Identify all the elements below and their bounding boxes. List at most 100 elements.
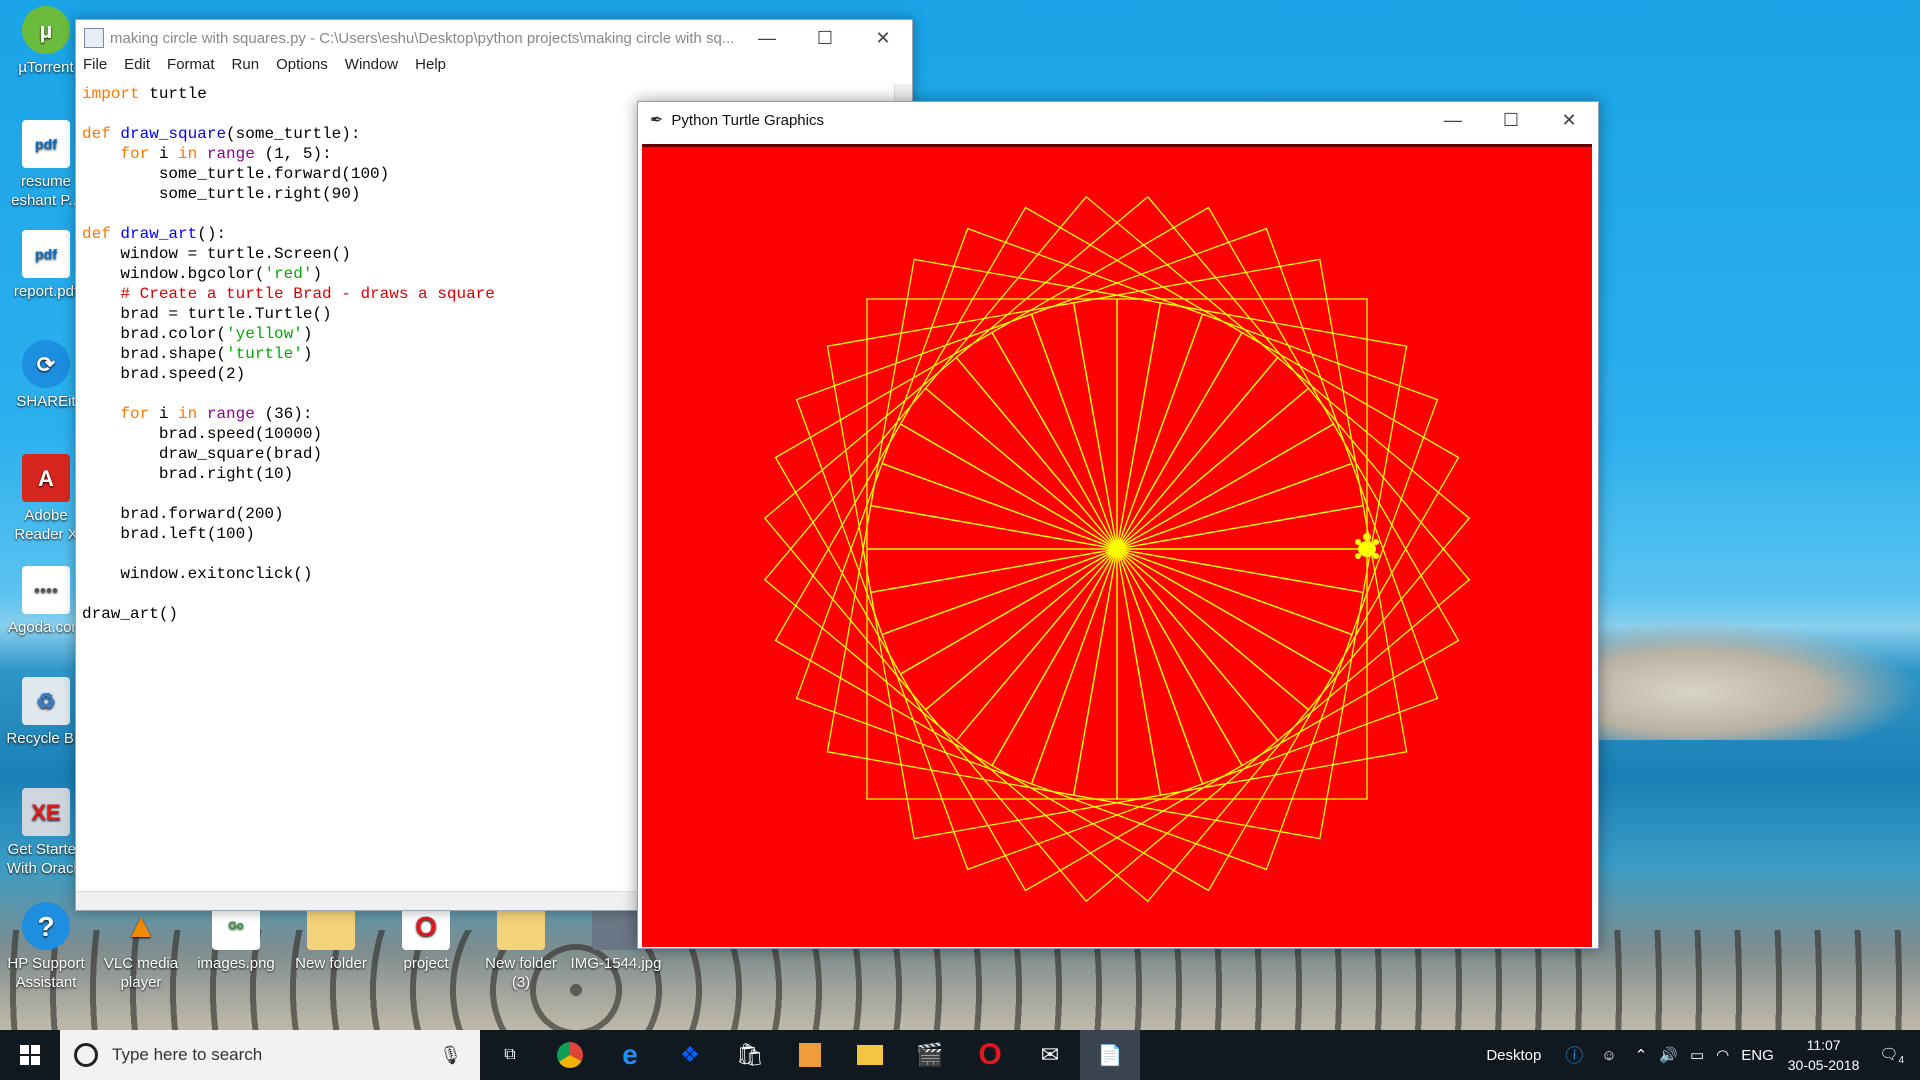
desktop-icon-new-folder-3[interactable]: New folder (3) bbox=[475, 902, 567, 992]
store-icon[interactable]: 🛍 bbox=[720, 1030, 780, 1080]
notification-center-icon[interactable]: 🗨4 bbox=[1879, 1045, 1904, 1066]
square-path bbox=[899, 548, 1243, 892]
square-path bbox=[1030, 227, 1353, 550]
microphone-icon[interactable]: 🎙 bbox=[439, 1045, 462, 1066]
people-icon[interactable]: ☺ bbox=[1601, 1047, 1616, 1064]
square-path bbox=[1030, 548, 1353, 871]
system-tray: Desktop ⓘ ☺ ⌃ 🔊 ▭ ◠ ENG 11:07 30-05-2018… bbox=[1486, 1030, 1920, 1080]
square-path bbox=[774, 331, 1118, 675]
desktop-icon-vlc[interactable]: ▲ VLC media player bbox=[95, 902, 187, 992]
wifi-icon[interactable]: ◠ bbox=[1716, 1046, 1729, 1064]
cortana-circle-icon bbox=[74, 1043, 98, 1067]
square-path bbox=[763, 356, 1118, 711]
square-path bbox=[795, 313, 1118, 636]
battery-icon[interactable]: ▭ bbox=[1690, 1046, 1704, 1064]
turtle-titlebar[interactable]: ✒ Python Turtle Graphics — ☐ ✕ bbox=[638, 102, 1598, 138]
desktop-icon-new-folder[interactable]: New folder bbox=[285, 902, 377, 973]
square-path bbox=[795, 462, 1118, 785]
help-icon[interactable]: ⓘ bbox=[1565, 1042, 1583, 1068]
clock[interactable]: 11:07 30-05-2018 bbox=[1788, 1035, 1860, 1075]
task-view-icon[interactable]: ⧉ bbox=[480, 1030, 540, 1080]
desktop-icon-label: New folder bbox=[295, 955, 367, 972]
pdf-icon: pdf bbox=[22, 230, 70, 278]
square-path bbox=[1116, 423, 1460, 767]
menu-options[interactable]: Options bbox=[276, 56, 328, 78]
chevron-up-icon[interactable]: ⌃ bbox=[1635, 1046, 1648, 1064]
square-path bbox=[899, 206, 1243, 550]
square-path bbox=[763, 387, 1118, 742]
editor-menubar: File Edit Format Run Options Window Help bbox=[76, 56, 912, 78]
square-path bbox=[991, 548, 1335, 892]
menu-file[interactable]: File bbox=[83, 56, 107, 78]
square-path bbox=[881, 548, 1204, 871]
square-path bbox=[955, 548, 1310, 903]
clock-date: 30-05-2018 bbox=[1787, 1057, 1860, 1073]
desktop-icon-label: images.png bbox=[197, 955, 275, 972]
desktop-icon-label: VLC media player bbox=[103, 955, 179, 991]
desktop-icon-images-png[interactable]: Go images.png bbox=[190, 902, 282, 973]
turtle-cursor-icon bbox=[1355, 533, 1379, 559]
menu-format[interactable]: Format bbox=[167, 56, 215, 78]
language-indicator[interactable]: ENG bbox=[1741, 1047, 1774, 1064]
desktop-icon-label: New folder (3) bbox=[485, 955, 557, 991]
minimize-button[interactable]: — bbox=[738, 20, 796, 56]
shareit-icon: ⟳ bbox=[22, 340, 70, 388]
menu-help[interactable]: Help bbox=[415, 56, 446, 78]
chrome-icon[interactable] bbox=[540, 1030, 600, 1080]
menu-edit[interactable]: Edit bbox=[124, 56, 150, 78]
video-editor-icon[interactable]: 🎬 bbox=[900, 1030, 960, 1080]
utorrent-icon: µ bbox=[22, 6, 70, 54]
square-path bbox=[881, 227, 1204, 550]
square-path bbox=[924, 548, 1279, 903]
volume-icon[interactable]: 🔊 bbox=[1659, 1046, 1678, 1064]
search-placeholder: Type here to search bbox=[112, 1045, 263, 1064]
taskbar: Type here to search 🎙 ⧉ e ❖ 🛍 🎬 O ✉ 📄 De… bbox=[0, 1030, 1920, 1080]
python-idle-icon[interactable]: 📄 bbox=[1080, 1030, 1140, 1080]
menu-run[interactable]: Run bbox=[232, 56, 260, 78]
recycle-bin-icon: ♻ bbox=[22, 677, 70, 725]
maximize-button[interactable]: ☐ bbox=[796, 20, 854, 56]
help-question-icon: ? bbox=[22, 902, 70, 950]
opera-icon[interactable]: O bbox=[960, 1030, 1020, 1080]
windows-logo-icon bbox=[20, 1045, 40, 1065]
feather-icon: ✒ bbox=[650, 112, 664, 129]
desktop-icon-project[interactable]: O project bbox=[380, 902, 472, 973]
square-path bbox=[924, 195, 1279, 550]
desktop-icon-label: IMG-1544.jpg bbox=[570, 955, 662, 972]
python-file-icon bbox=[84, 28, 104, 48]
mail-icon[interactable]: ✉ bbox=[1020, 1030, 1080, 1080]
start-button[interactable] bbox=[0, 1030, 60, 1080]
agoda-icon: ●●●● bbox=[22, 566, 70, 614]
square-path bbox=[1116, 313, 1439, 636]
pdf-icon: pdf bbox=[22, 120, 70, 168]
editor-titlebar[interactable]: making circle with squares.py - C:\Users… bbox=[76, 20, 912, 56]
desktop-icon-label: project bbox=[403, 955, 449, 972]
notification-count: 4 bbox=[1898, 1054, 1904, 1066]
menu-window[interactable]: Window bbox=[345, 56, 398, 78]
desktop-toolbar-label[interactable]: Desktop bbox=[1486, 1047, 1541, 1064]
square-path bbox=[1116, 387, 1471, 742]
oracle-database-icon: XE bbox=[22, 788, 70, 836]
square-path bbox=[1116, 331, 1460, 675]
square-path bbox=[991, 206, 1335, 550]
minimize-button[interactable]: — bbox=[1424, 102, 1482, 138]
square-path bbox=[774, 423, 1118, 767]
turtle-canvas[interactable] bbox=[642, 144, 1592, 947]
desktop-icon-label: HP Support Assistant bbox=[7, 955, 85, 991]
square-path bbox=[1116, 356, 1471, 711]
close-button[interactable]: ✕ bbox=[854, 20, 912, 56]
turtle-window-title: Python Turtle Graphics bbox=[671, 111, 824, 129]
taskbar-search-box[interactable]: Type here to search 🎙 bbox=[60, 1030, 480, 1080]
turtle-drawing bbox=[763, 195, 1471, 903]
sublime-text-icon[interactable] bbox=[780, 1030, 840, 1080]
turtle-graphics-window[interactable]: ✒ Python Turtle Graphics — ☐ ✕ bbox=[637, 101, 1599, 949]
maximize-button[interactable]: ☐ bbox=[1482, 102, 1540, 138]
edge-icon[interactable]: e bbox=[600, 1030, 660, 1080]
dropbox-icon[interactable]: ❖ bbox=[660, 1030, 720, 1080]
file-explorer-icon[interactable] bbox=[840, 1030, 900, 1080]
desktop-icon-hp-support[interactable]: ? HP Support Assistant bbox=[0, 902, 92, 992]
close-button[interactable]: ✕ bbox=[1540, 102, 1598, 138]
square-path bbox=[1116, 462, 1439, 785]
square-path bbox=[955, 195, 1310, 550]
adobe-reader-icon: A bbox=[22, 454, 70, 502]
